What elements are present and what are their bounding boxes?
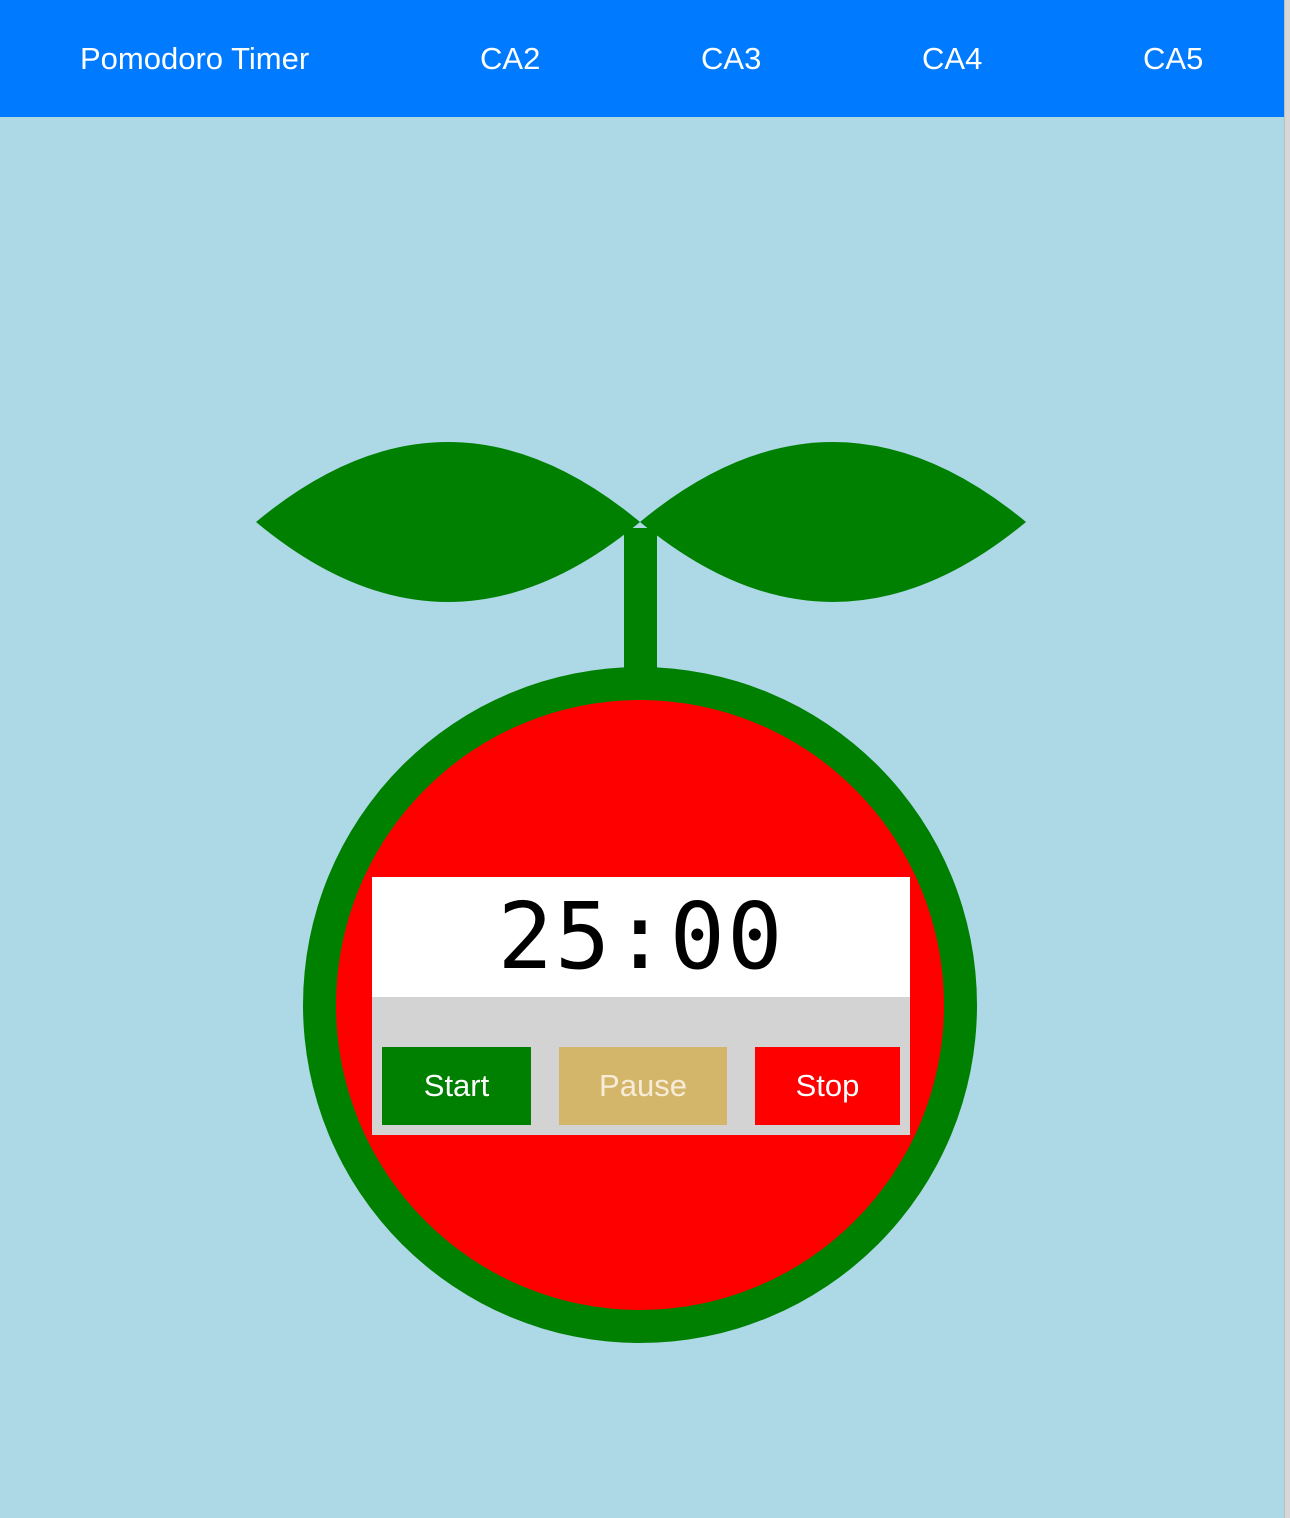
time-display: 25:00	[372, 877, 910, 997]
page-background: Pomodoro Timer CA2 CA3 CA4 CA5 25:00 Sta…	[0, 0, 1284, 1518]
pause-button[interactable]: Pause	[559, 1047, 727, 1125]
tomato-illustration	[256, 442, 1026, 1343]
scrollbar[interactable]	[1284, 0, 1290, 1518]
tomato-stem	[624, 528, 657, 680]
start-button[interactable]: Start	[382, 1047, 531, 1125]
left-leaf	[256, 442, 640, 602]
stop-button[interactable]: Stop	[755, 1047, 900, 1125]
right-leaf	[640, 442, 1026, 602]
timer-panel: 25:00 Start Pause Stop	[372, 877, 910, 1135]
